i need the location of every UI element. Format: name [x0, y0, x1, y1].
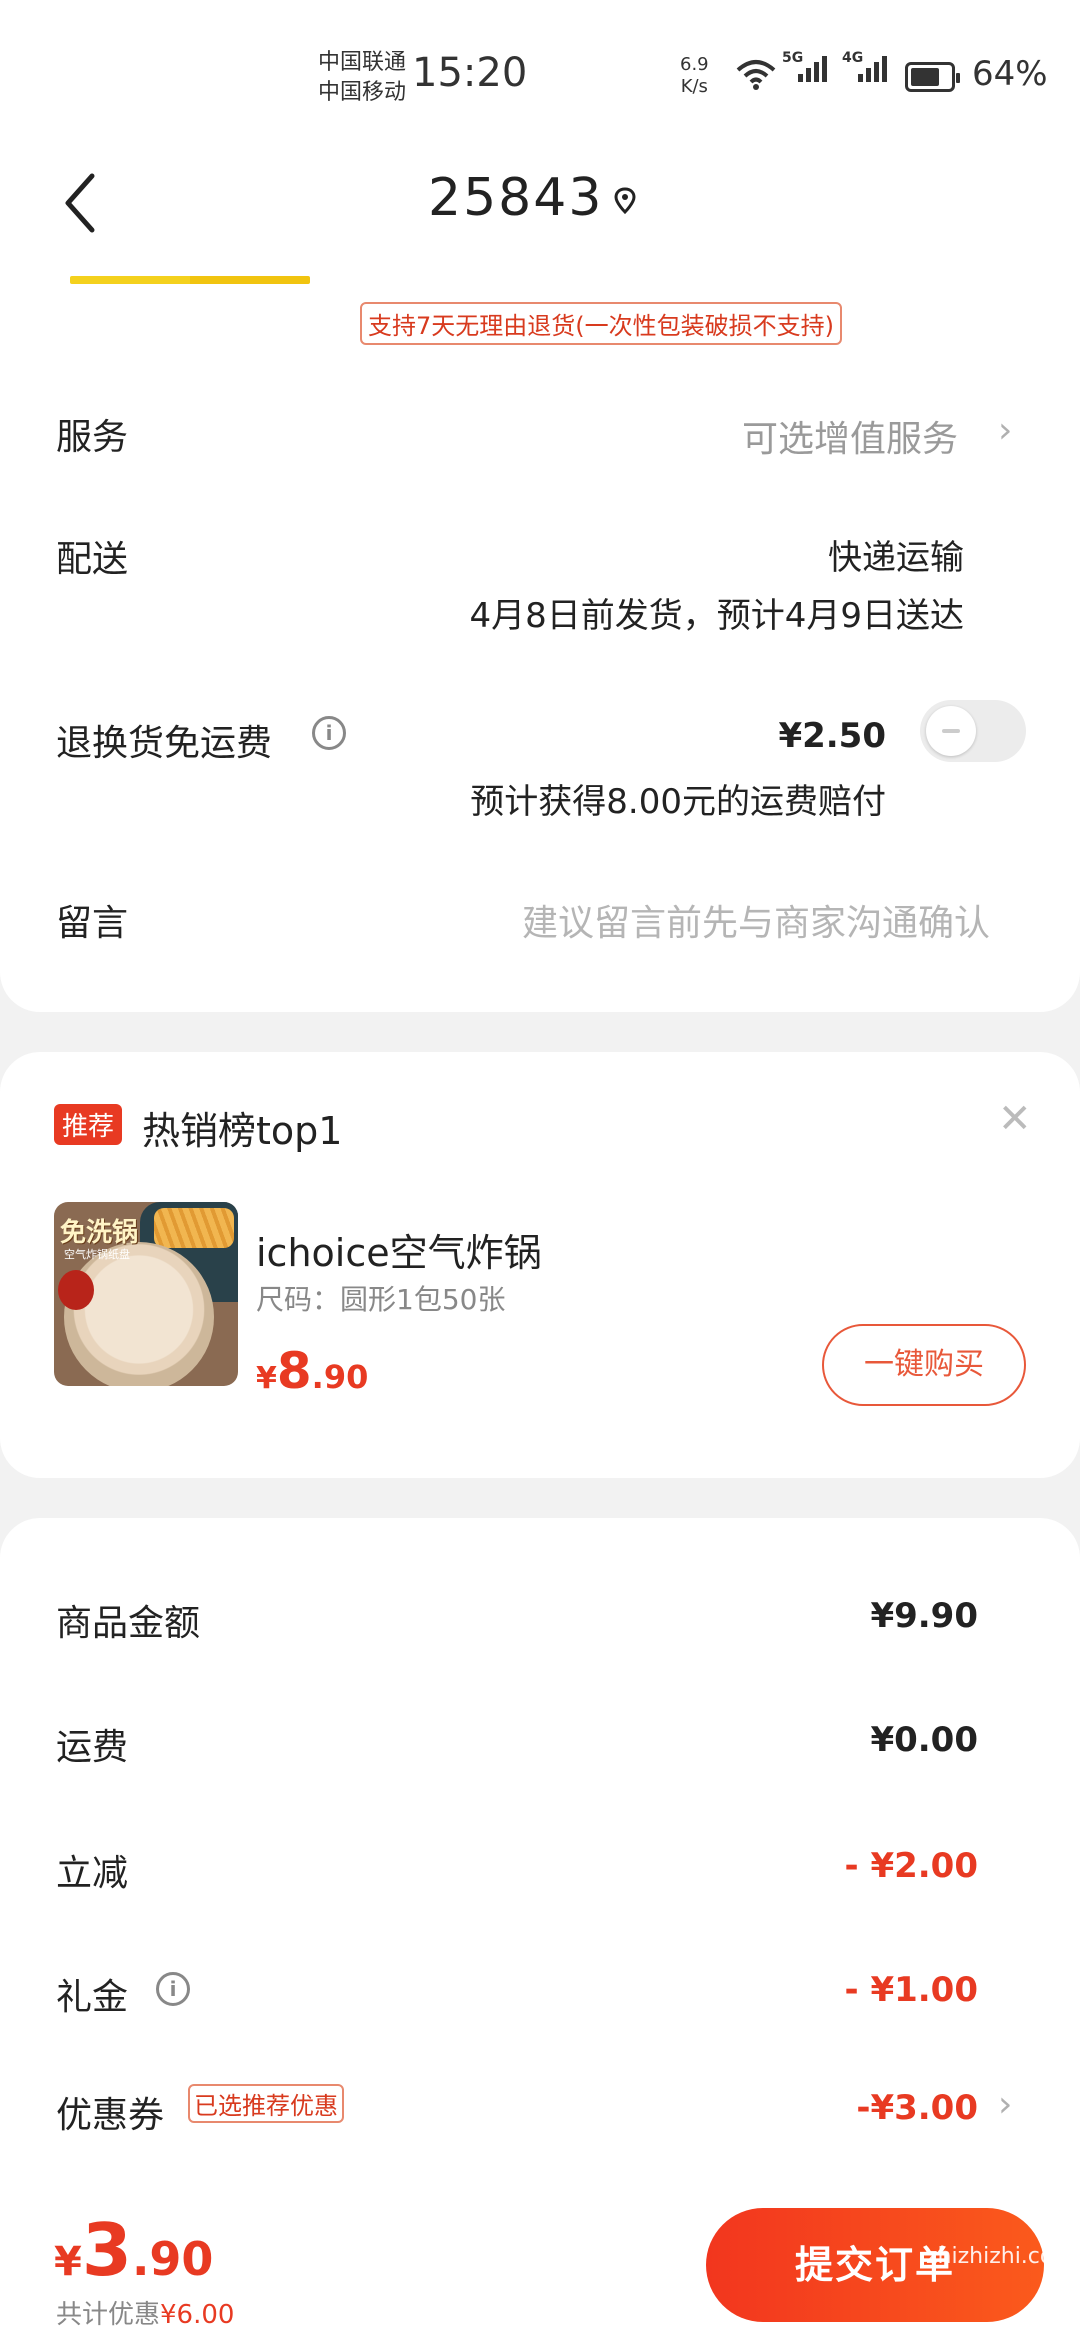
progress-bar [70, 276, 310, 284]
delivery-method: 快递运输 [828, 538, 964, 578]
price-integer: 8 [276, 1342, 312, 1400]
thumbnail-brand: 免洗锅 [60, 1218, 139, 1248]
signal-icon-1 [798, 56, 827, 82]
one-click-buy-button[interactable]: 一键购买 [822, 1324, 1026, 1406]
delivery-eta: 4月8日前发货，预计4月9日送达 [469, 596, 964, 636]
product-price: ¥8.90 [256, 1342, 368, 1400]
carrier-info: 中国联通 中国移动 [318, 48, 406, 108]
chevron-right-icon[interactable]: › [998, 410, 1012, 451]
close-icon[interactable]: ✕ [998, 1096, 1032, 1142]
order-details-panel: 中国联通 中国移动 15:20 6.9 K/s 5G 4G 64% 25843 [0, 0, 1080, 1012]
price-symbol: ¥ [256, 1361, 277, 1396]
discount-value: - ¥2.00 [844, 1846, 979, 1886]
location-pin-icon[interactable] [610, 186, 640, 216]
goods-amount-label: 商品金额 [56, 1603, 201, 1644]
network-speed: 6.9 K/s [680, 54, 709, 98]
message-label: 留言 [56, 903, 129, 944]
total-saved: 共计优惠¥6.00 [56, 2294, 234, 2331]
wifi-icon [736, 60, 776, 90]
total-price: ¥3.90 [54, 2208, 213, 2292]
battery-icon [905, 62, 960, 92]
delivery-label: 配送 [56, 539, 129, 580]
carrier-1: 中国联通 [318, 50, 407, 75]
chevron-right-icon[interactable]: › [998, 2084, 1012, 2125]
coupon-label: 优惠券 [56, 2095, 165, 2136]
carrier-2: 中国移动 [318, 80, 407, 105]
total-integer: 3 [81, 2208, 132, 2292]
page-title: 25843 [428, 168, 604, 228]
saved-value: ¥6.00 [160, 2300, 235, 2330]
coupon-tag: 已选推荐优惠 [188, 2084, 344, 2123]
speed-unit: K/s [680, 76, 708, 97]
goods-amount-value: ¥9.90 [870, 1596, 978, 1636]
product-spec: 尺码：圆形1包50张 [256, 1283, 506, 1316]
info-icon[interactable]: i [312, 716, 346, 750]
return-shipping-label: 退换货免运费 [56, 723, 273, 764]
shipping-label: 运费 [56, 1727, 129, 1768]
total-decimal: .90 [131, 2232, 214, 2286]
gift-label: 礼金 [56, 1977, 129, 2018]
message-input[interactable]: 建议留言前先与商家沟通确认 [522, 894, 990, 946]
recommend-title: 热销榜top1 [142, 1109, 343, 1153]
coupon-value[interactable]: -¥3.00 [856, 2088, 978, 2128]
product-name[interactable]: ichoice空气炸锅 [256, 1222, 542, 1277]
info-icon[interactable]: i [156, 1972, 190, 2006]
back-arrow-icon[interactable] [56, 168, 106, 238]
recommend-card: 推荐 热销榜top1 ✕ 免洗锅 空气炸锅纸盘 ichoice空气炸锅 尺码：圆… [0, 1052, 1080, 1478]
return-shipping-note: 预计获得8.00元的运费赔付 [470, 782, 886, 822]
return-shipping-toggle[interactable] [920, 700, 1026, 762]
price-decimal: .90 [311, 1358, 369, 1396]
return-policy-badge: 支持7天无理由退货(一次性包装破损不支持) [360, 302, 842, 345]
service-value[interactable]: 可选增值服务 [742, 410, 958, 462]
checkout-bar: ¥3.90 共计优惠¥6.00 提交订单 [0, 2190, 1080, 2340]
service-label: 服务 [56, 417, 129, 458]
saved-label: 共计优惠 [56, 2300, 161, 2330]
product-thumbnail[interactable]: 免洗锅 空气炸锅纸盘 [54, 1202, 238, 1386]
return-shipping-price: ¥2.50 [778, 716, 886, 756]
thumbnail-subtitle: 空气炸锅纸盘 [64, 1248, 130, 1261]
signal-icon-2 [858, 56, 887, 82]
recommend-tag: 推荐 [54, 1104, 123, 1145]
watermark: zhizhizhi.com [926, 2244, 1075, 2269]
total-symbol: ¥ [54, 2239, 82, 2285]
discount-label: 立减 [56, 1853, 129, 1894]
gift-value: - ¥1.00 [844, 1970, 979, 2010]
status-bar: 中国联通 中国移动 15:20 6.9 K/s 5G 4G 64% [0, 0, 1080, 130]
battery-percent: 64% [972, 54, 1048, 94]
clock: 15:20 [412, 50, 528, 96]
shipping-value: ¥0.00 [870, 1720, 978, 1760]
speed-value: 6.9 [680, 54, 709, 75]
